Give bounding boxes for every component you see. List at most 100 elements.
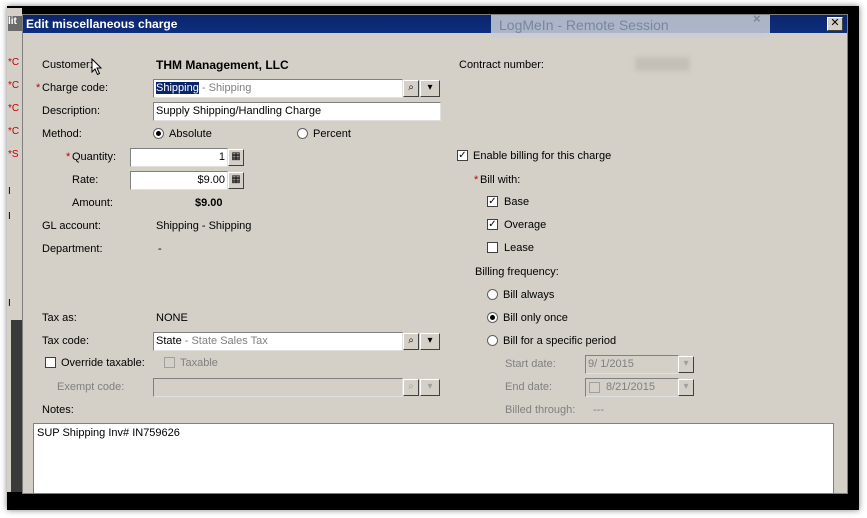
charge-code-label: Charge code: — [42, 82, 109, 94]
enable-billing-label: Enable billing for this charge — [473, 150, 612, 162]
contract-number-label: Contract number: — [459, 59, 544, 71]
list-dropdown-icon: ▾ — [427, 82, 433, 93]
exempt-code-input[interactable] — [153, 378, 403, 397]
rate-input[interactable]: $9.00 — [130, 171, 228, 190]
amount-label: Amount: — [72, 197, 113, 209]
bill-with-lease-label: Lease — [504, 242, 534, 254]
close-icon: ✕ — [830, 17, 840, 29]
tax-as-value: NONE — [156, 312, 188, 324]
customer-label: Customer: — [42, 59, 93, 71]
method-label: Method: — [42, 128, 82, 140]
notes-value: SUP Shipping Inv# IN759626 — [37, 427, 180, 439]
bg-dark-panel — [11, 320, 22, 492]
charge-code-lookup-button[interactable]: ⌕ — [403, 80, 419, 97]
chevron-down-icon: ▾ — [683, 358, 689, 369]
start-date-label: Start date: — [505, 358, 556, 370]
exempt-code-lookup-button[interactable]: ⌕ — [403, 379, 419, 396]
start-date-input[interactable]: 9/ 1/2015 — [585, 355, 679, 374]
bill-always-label: Bill always — [503, 289, 555, 301]
method-absolute-radio[interactable] — [153, 128, 164, 139]
close-button[interactable]: ✕ — [827, 17, 843, 31]
taxable-label: Taxable — [180, 357, 218, 369]
bg-fragment: I — [8, 211, 11, 222]
bill-with-overage-checkbox[interactable]: ✓ — [487, 219, 498, 230]
description-input[interactable]: Supply Shipping/Handling Charge — [153, 102, 441, 121]
required-marker: * — [36, 82, 41, 94]
edit-charge-dialog: Edit miscellaneous charge ✕ LogMeIn - Re… — [22, 14, 848, 494]
notes-textarea[interactable]: SUP Shipping Inv# IN759626 — [33, 423, 834, 493]
exempt-code-list-button[interactable]: ▾ — [420, 379, 440, 396]
bg-marker: *C — [8, 80, 20, 91]
remote-session-label: LogMeIn - Remote Session — [499, 17, 669, 33]
end-date-label: End date: — [505, 381, 553, 393]
magnifier-icon: ⌕ — [408, 82, 414, 93]
department-label: Department: — [42, 243, 103, 255]
bg-fragment: I — [8, 298, 11, 309]
check-icon: ✓ — [488, 196, 497, 207]
override-taxable-label: Override taxable: — [61, 357, 145, 369]
quantity-label: Quantity: — [72, 151, 117, 163]
quantity-value: 1 — [218, 151, 225, 163]
description-label: Description: — [42, 105, 101, 117]
method-percent-radio[interactable] — [297, 128, 308, 139]
bill-specific-period-radio[interactable] — [487, 335, 498, 346]
enable-billing-checkbox[interactable]: ✓ — [457, 150, 468, 161]
tax-code-lookup-button[interactable]: ⌕ — [403, 333, 419, 350]
remote-session-banner[interactable]: LogMeIn - Remote Session × — [491, 15, 770, 38]
charge-code-description: - Shipping — [198, 82, 252, 94]
department-value: - — [158, 243, 162, 255]
billing-frequency-label: Billing frequency: — [475, 266, 559, 278]
billed-through-label: Billed through: — [505, 404, 576, 416]
bill-specific-period-label: Bill for a specific period — [503, 335, 617, 347]
quantity-input[interactable]: 1 — [130, 148, 228, 167]
tax-code-label: Tax code: — [42, 335, 90, 347]
quantity-calculator-button[interactable]: ▦ — [228, 149, 244, 166]
list-dropdown-icon: ▾ — [427, 335, 433, 346]
notes-label: Notes: — [42, 404, 74, 416]
tax-code-input[interactable]: State - State Sales Tax — [153, 332, 403, 351]
check-icon: ✓ — [488, 219, 497, 230]
charge-code-list-button[interactable]: ▾ — [420, 80, 440, 97]
amount-value: $9.00 — [195, 197, 223, 209]
chevron-down-icon: ▾ — [683, 381, 689, 392]
customer-value: THM Management, LLC — [156, 58, 289, 72]
bg-marker: *S — [8, 149, 19, 160]
check-icon: ✓ — [458, 150, 467, 161]
exempt-code-label: Exempt code: — [57, 381, 125, 393]
tax-code-list-button[interactable]: ▾ — [420, 333, 440, 350]
bill-with-base-checkbox[interactable]: ✓ — [487, 196, 498, 207]
bill-with-base-label: Base — [504, 196, 530, 208]
charge-code-selected: Shipping — [156, 82, 199, 94]
rate-calculator-button[interactable]: ▦ — [228, 172, 244, 189]
remote-session-close-icon[interactable]: × — [753, 15, 761, 26]
charge-code-input[interactable]: Shipping - Shipping — [153, 79, 403, 98]
tax-code-description: - State Sales Tax — [181, 335, 268, 347]
tax-code-primary: State — [156, 335, 182, 347]
end-date-value: 8/21/2015 — [606, 381, 655, 393]
bg-fragment: I — [8, 186, 11, 197]
start-date-dropdown-button[interactable]: ▾ — [678, 356, 694, 373]
bill-always-radio[interactable] — [487, 289, 498, 300]
bill-with-overage-label: Overage — [504, 219, 547, 231]
bill-only-once-radio[interactable] — [487, 312, 498, 323]
override-taxable-checkbox[interactable] — [45, 357, 56, 368]
start-date-value: 9/ 1/2015 — [588, 358, 634, 370]
taxable-checkbox[interactable] — [164, 357, 175, 368]
tax-as-label: Tax as: — [42, 312, 77, 324]
gl-account-label: GL account: — [42, 220, 101, 232]
calculator-icon: ▦ — [231, 151, 241, 162]
list-dropdown-icon: ▾ — [427, 381, 433, 392]
bill-with-lease-checkbox[interactable] — [487, 242, 498, 253]
rate-value: $9.00 — [197, 174, 225, 186]
background-application: lit *C *C *C *C *S I I I — [7, 8, 22, 492]
contract-number-value-blurred — [635, 57, 690, 71]
required-marker: * — [66, 151, 71, 163]
end-date-checkbox[interactable] — [589, 382, 600, 393]
description-value: Supply Shipping/Handling Charge — [156, 105, 322, 117]
mouse-cursor-icon — [91, 58, 103, 76]
billed-through-value: --- — [593, 404, 604, 416]
required-marker: * — [474, 174, 479, 186]
gl-account-value: Shipping - Shipping — [156, 220, 252, 232]
end-date-dropdown-button[interactable]: ▾ — [678, 379, 694, 396]
bg-marker: *C — [8, 126, 20, 137]
